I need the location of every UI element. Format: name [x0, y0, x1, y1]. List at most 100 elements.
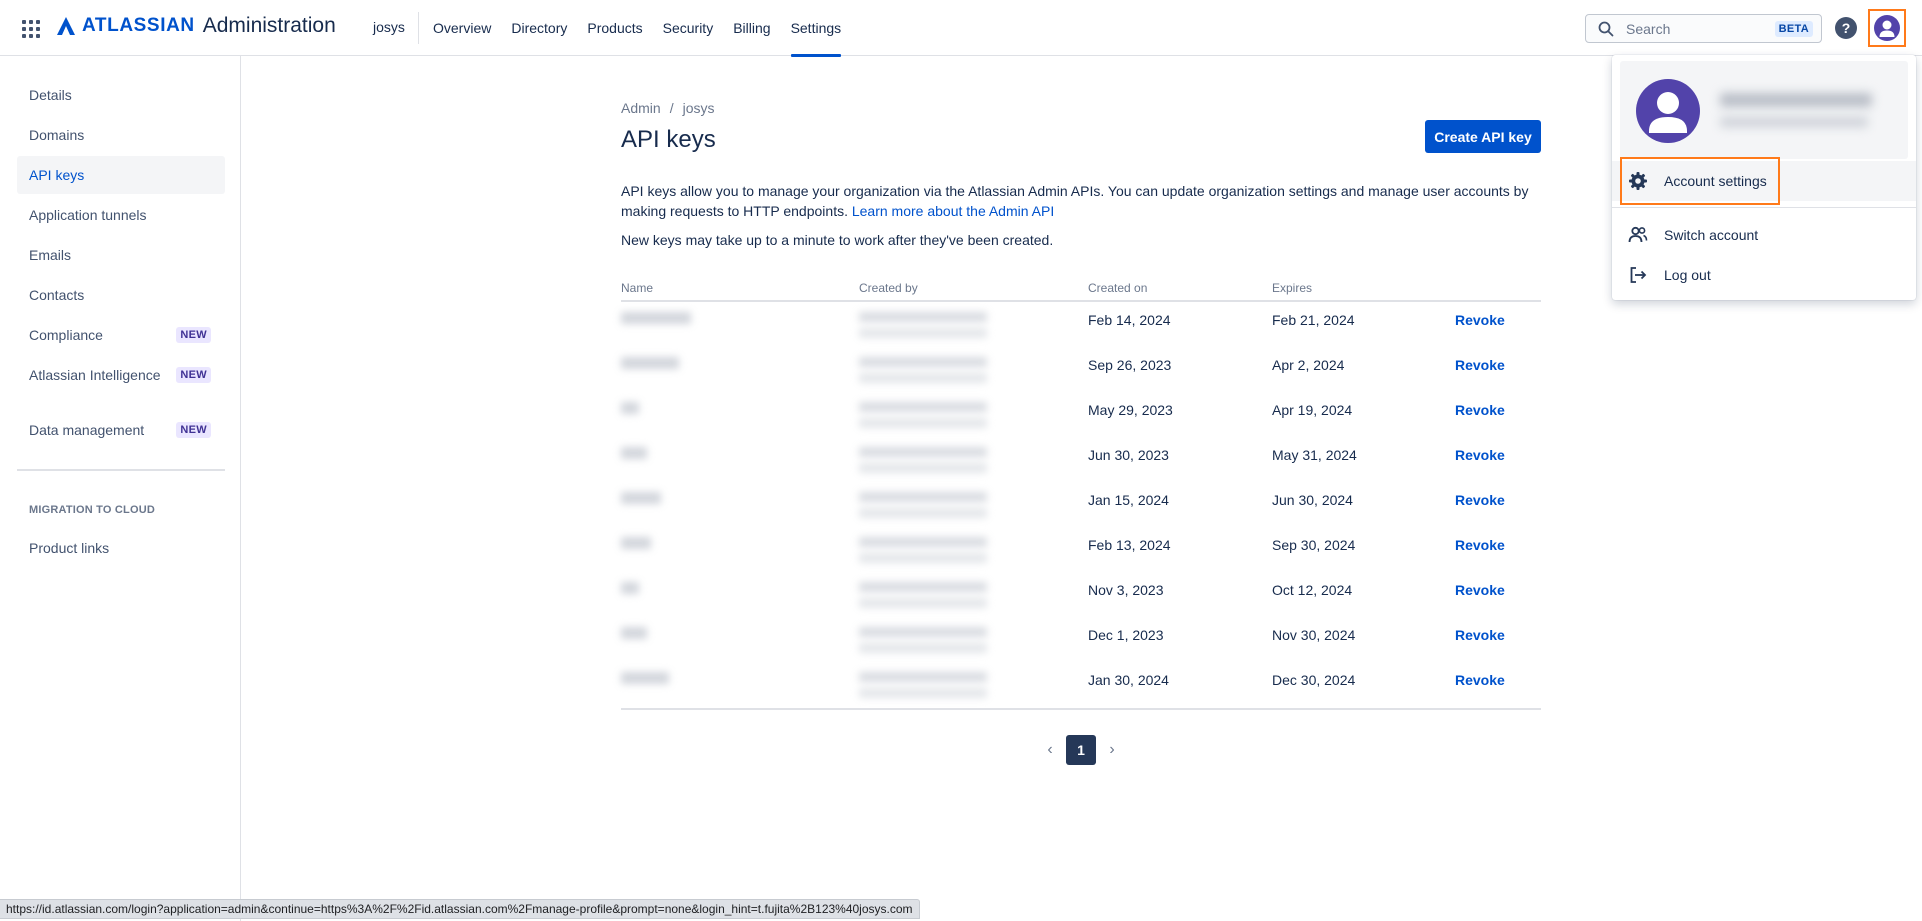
menu-item-label: Switch account: [1664, 227, 1759, 243]
sidebar-item-label: Product links: [29, 540, 110, 556]
sidebar-item-product-links[interactable]: Product links: [17, 529, 225, 567]
nav-security[interactable]: Security: [653, 0, 724, 56]
redacted-creator-email: [859, 508, 987, 518]
sidebar-item-atlassian-intelligence[interactable]: Atlassian Intelligence NEW: [17, 356, 225, 394]
redacted-creator-email: [859, 463, 987, 473]
revoke-button[interactable]: Revoke: [1455, 582, 1505, 598]
page-description: API keys allow you to manage your organi…: [621, 181, 1541, 221]
account-menu: Account settings Switch account Log out: [1612, 55, 1916, 300]
log-out-menu-item[interactable]: Log out: [1612, 255, 1916, 295]
profile-avatar-button[interactable]: [1868, 9, 1906, 47]
expires-cell: Apr 2, 2024: [1272, 357, 1345, 373]
created-on-cell: Sep 26, 2023: [1088, 357, 1172, 373]
revoke-button[interactable]: Revoke: [1455, 537, 1505, 553]
top-navigation-bar: ATLASSIAN Administration josys Overview …: [0, 0, 1922, 57]
account-settings-menu-item[interactable]: Account settings: [1612, 161, 1916, 201]
chevron-left-icon[interactable]: ‹: [1040, 735, 1060, 765]
sidebar-item-contacts[interactable]: Contacts: [17, 276, 225, 314]
table-row: Jan 15, 2024 Jun 30, 2024 Revoke: [621, 482, 1541, 527]
created-on-cell: May 29, 2023: [1088, 402, 1173, 418]
table-row: Feb 13, 2024 Sep 30, 2024 Revoke: [621, 527, 1541, 572]
revoke-button[interactable]: Revoke: [1455, 402, 1505, 418]
description-text: API keys allow you to manage your organi…: [621, 183, 1529, 219]
column-header-created-on: Created on: [1088, 281, 1148, 295]
table-row: Nov 3, 2023 Oct 12, 2024 Revoke: [621, 572, 1541, 617]
create-api-key-button[interactable]: Create API key: [1425, 120, 1541, 153]
avatar: [1874, 15, 1900, 41]
redacted-key-name: [621, 357, 679, 369]
nav-billing[interactable]: Billing: [723, 0, 780, 56]
expires-cell: Dec 30, 2024: [1272, 672, 1356, 688]
user-avatar-icon: [1649, 92, 1687, 133]
chevron-right-icon[interactable]: ›: [1102, 735, 1122, 765]
learn-more-link[interactable]: Learn more about the Admin API: [852, 203, 1054, 219]
revoke-button[interactable]: Revoke: [1455, 627, 1505, 643]
sidebar-item-label: Contacts: [29, 287, 85, 303]
new-badge: NEW: [176, 367, 211, 383]
page-title: API keys: [621, 126, 716, 153]
sidebar-item-label: Emails: [29, 247, 72, 263]
expires-cell: Apr 19, 2024: [1272, 402, 1353, 418]
app-switcher-icon[interactable]: [20, 18, 42, 40]
revoke-button[interactable]: Revoke: [1455, 357, 1505, 373]
revoke-button[interactable]: Revoke: [1455, 447, 1505, 463]
sidebar-item-label: Application tunnels: [29, 207, 147, 223]
sidebar-item-application-tunnels[interactable]: Application tunnels: [17, 196, 225, 234]
revoke-button[interactable]: Revoke: [1455, 672, 1505, 688]
main-nav: Overview Directory Products Security Bil…: [433, 0, 852, 57]
created-on-cell: Dec 1, 2023: [1088, 627, 1164, 643]
search-box[interactable]: BETA: [1585, 14, 1822, 43]
sidebar-item-data-management[interactable]: Data management NEW: [17, 411, 225, 449]
redacted-creator-name: [859, 357, 987, 367]
org-name[interactable]: josys: [373, 19, 405, 35]
sidebar-item-api-keys[interactable]: API keys: [17, 156, 225, 194]
redacted-key-name: [621, 402, 639, 414]
page-button-current[interactable]: 1: [1066, 735, 1096, 765]
nav-divider: [418, 12, 419, 44]
sidebar-section-title: MIGRATION TO CLOUD: [29, 504, 156, 516]
help-icon[interactable]: ?: [1835, 17, 1857, 39]
table-header: Name Created by Created on Expires: [621, 280, 1541, 302]
sidebar-item-details[interactable]: Details: [17, 76, 225, 114]
created-on-cell: Jan 15, 2024: [1088, 492, 1169, 508]
revoke-button[interactable]: Revoke: [1455, 312, 1505, 328]
sidebar-item-domains[interactable]: Domains: [17, 116, 225, 154]
atlassian-logo[interactable]: ATLASSIAN Administration: [56, 14, 336, 38]
redacted-creator-name: [859, 582, 987, 592]
revoke-button[interactable]: Revoke: [1455, 492, 1505, 508]
switch-account-menu-item[interactable]: Switch account: [1612, 215, 1916, 255]
sidebar-item-label: Data management: [29, 422, 145, 438]
new-badge: NEW: [176, 327, 211, 343]
sidebar-item-emails[interactable]: Emails: [17, 236, 225, 274]
nav-directory[interactable]: Directory: [501, 0, 577, 56]
log-out-icon: [1630, 267, 1647, 283]
redacted-creator-email: [859, 598, 987, 608]
redacted-key-name: [621, 582, 639, 594]
breadcrumb-org[interactable]: josys: [683, 100, 715, 116]
expires-cell: May 31, 2024: [1272, 447, 1357, 463]
redacted-creator-email: [859, 553, 987, 563]
column-header-expires: Expires: [1272, 281, 1313, 295]
created-on-cell: Jan 30, 2024: [1088, 672, 1169, 688]
search-input[interactable]: [1626, 20, 1766, 37]
redacted-key-name: [621, 447, 647, 459]
nav-products[interactable]: Products: [577, 0, 652, 56]
sidebar-item-label: API keys: [29, 167, 85, 183]
api-keys-table: Name Created by Created on Expires Feb 1…: [621, 280, 1541, 707]
redacted-key-name: [621, 672, 669, 684]
user-avatar-icon: [1879, 20, 1895, 37]
nav-overview[interactable]: Overview: [433, 0, 501, 56]
sidebar-item-compliance[interactable]: Compliance NEW: [17, 316, 225, 354]
logo-product-name: Administration: [202, 14, 336, 37]
redacted-creator-email: [859, 643, 987, 653]
nav-settings[interactable]: Settings: [781, 0, 852, 57]
pagination: ‹ 1 ›: [1040, 735, 1122, 765]
breadcrumb-admin[interactable]: Admin: [621, 100, 661, 116]
profile-card: [1620, 61, 1908, 159]
gear-icon: [1629, 172, 1647, 190]
sidebar-item-label: Details: [29, 87, 72, 103]
menu-divider: [1612, 207, 1916, 208]
avatar: [1636, 79, 1700, 143]
table-row: May 29, 2023 Apr 19, 2024 Revoke: [621, 392, 1541, 437]
redacted-creator-name: [859, 402, 987, 412]
